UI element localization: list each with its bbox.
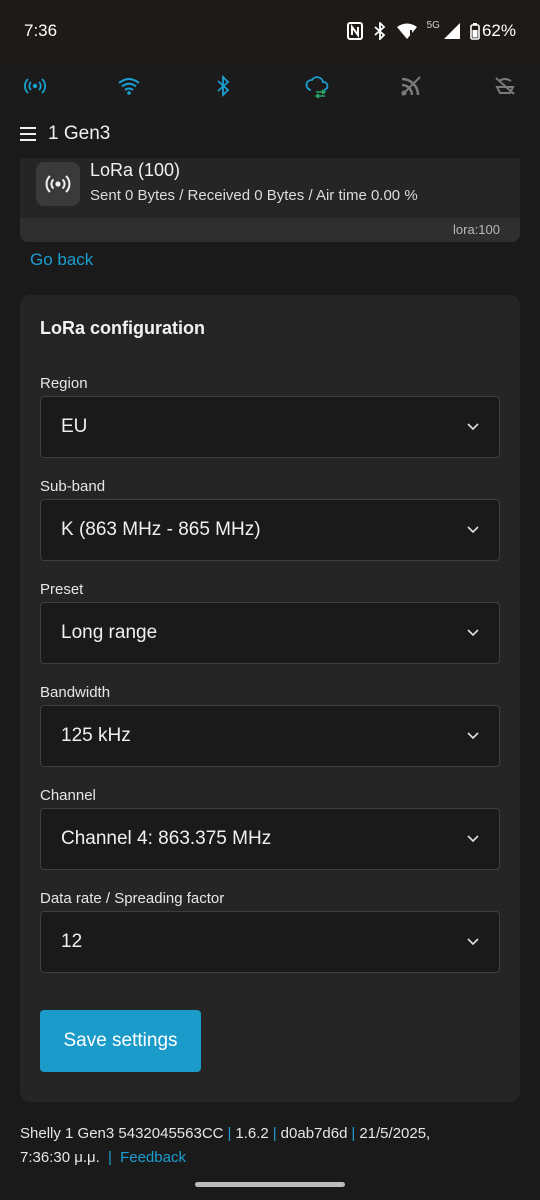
region-select[interactable]: EU [40, 396, 500, 458]
nfc-icon [346, 22, 363, 40]
battery-icon [470, 22, 480, 40]
battery-percent: 62% [481, 21, 516, 40]
footer-date: 21/5/2025, [359, 1125, 431, 1142]
sub-band-select[interactable]: K (863 MHz - 865 MHz) [40, 499, 500, 561]
lora-config-card: LoRa configuration Region EU Sub-band K … [20, 295, 520, 1102]
chevron-down-icon [467, 526, 479, 534]
bandwidth-value: 125 kHz [61, 725, 131, 746]
home-indicator[interactable] [195, 1182, 345, 1187]
wifi-icon [396, 23, 417, 39]
sub-band-value: K (863 MHz - 865 MHz) [61, 519, 261, 540]
bluetooth-icon[interactable] [210, 73, 236, 99]
component-card[interactable]: LoRa (100) Sent 0 Bytes / Received 0 Byt… [20, 158, 520, 242]
bandwidth-label: Bandwidth [40, 684, 111, 701]
go-back-link[interactable]: Go back [30, 250, 93, 270]
chevron-down-icon [467, 938, 479, 946]
sub-band-label: Sub-band [40, 478, 106, 495]
config-title: LoRa configuration [40, 318, 205, 338]
data-rate-label: Data rate / Spreading factor [40, 890, 225, 907]
chevron-down-icon [467, 835, 479, 843]
battery: 62% [470, 21, 516, 41]
wifi-icon[interactable] [116, 73, 142, 99]
preset-label: Preset [40, 581, 84, 598]
preset-value: Long range [61, 622, 158, 643]
chevron-down-icon [467, 732, 479, 740]
status-icons: 5G 62% [346, 19, 516, 41]
footer-build: d0ab7d6d [280, 1125, 348, 1142]
footer-time: 7:36:30 μ.μ. [20, 1149, 100, 1166]
hamburger-menu-icon[interactable] [20, 127, 36, 141]
lora-icon[interactable] [22, 73, 48, 99]
rss-icon[interactable] [398, 73, 424, 99]
footer-separator: | [351, 1125, 356, 1142]
bluetooth-icon [373, 22, 387, 40]
footer-version: 1.6.2 [235, 1125, 269, 1142]
network-type: 5G [426, 19, 440, 31]
app-header: 1 Gen3 [0, 110, 540, 158]
data-rate-select[interactable]: 12 [40, 911, 500, 973]
footer-separator: | [272, 1125, 277, 1142]
component-id: lora:100 [20, 218, 520, 242]
footer-separator: | [227, 1125, 232, 1142]
region-value: EU [61, 416, 88, 437]
save-settings-button[interactable]: Save settings [40, 1010, 201, 1072]
page-title: 1 Gen3 [48, 123, 111, 144]
feedback-link[interactable]: Feedback [120, 1149, 186, 1166]
lora-icon [36, 162, 80, 206]
channel-select[interactable]: Channel 4: 863.375 MHz [40, 808, 500, 870]
cloud-sync-icon[interactable] [304, 73, 330, 99]
bandwidth-select[interactable]: 125 kHz [40, 705, 500, 767]
ota-icon[interactable] [492, 73, 518, 99]
footer-separator: | [103, 1149, 117, 1166]
channel-label: Channel [40, 787, 96, 804]
chevron-down-icon [467, 629, 479, 637]
status-time: 7:36 [24, 21, 58, 40]
connectivity-bar [0, 62, 540, 110]
signal-icon [443, 23, 460, 39]
component-stats: Sent 0 Bytes / Received 0 Bytes / Air ti… [90, 187, 418, 204]
chevron-down-icon [467, 423, 479, 431]
status-bar: 7:36 5G 62% [0, 0, 540, 62]
region-label: Region [40, 375, 88, 392]
component-title: LoRa (100) [90, 160, 181, 180]
preset-select[interactable]: Long range [40, 602, 500, 664]
channel-value: Channel 4: 863.375 MHz [61, 828, 272, 849]
footer-info: Shelly 1 Gen3 5432045563CC | 1.6.2 | d0ab7d6… [20, 1122, 520, 1170]
footer-device: Shelly 1 Gen3 5432045563CC [20, 1125, 224, 1142]
data-rate-value: 12 [61, 931, 83, 952]
